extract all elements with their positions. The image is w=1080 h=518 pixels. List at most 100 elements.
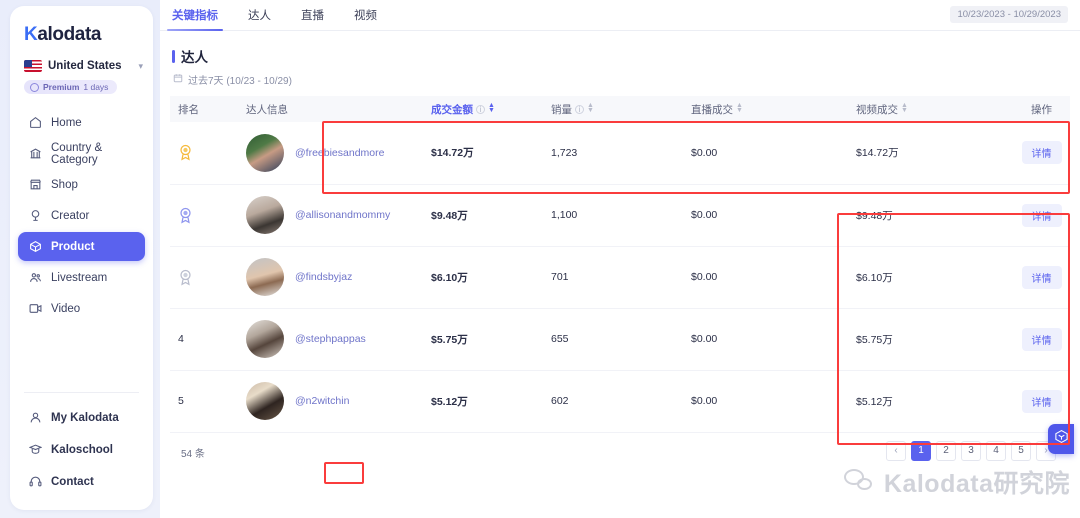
content-area: 达人 过去7天 (10/23 - 10/29) 排名 达人信息 成交金额 i ▲… — [160, 31, 1080, 518]
sidebar-item-label: Shop — [51, 178, 78, 191]
tab-video[interactable]: 视频 — [352, 0, 379, 31]
table-head: 排名 达人信息 成交金额 i ▲ ▼ 销量 i ▲ ▼ 直播成交 ▲ ▼ 视频成… — [170, 96, 1070, 122]
table-row[interactable]: @allisonandmommy $9.48万 1,100 $0.00 $9.4… — [170, 184, 1070, 247]
pagination-page-1[interactable]: 1 — [911, 440, 931, 461]
pagination-page-2[interactable]: 2 — [936, 440, 956, 461]
app-root: Kalodata United States ▾ Premium 1 days … — [0, 0, 1080, 518]
sidebar-item-product[interactable]: Product — [18, 232, 145, 261]
avatar[interactable] — [246, 258, 284, 296]
action-cell: 详情 — [1013, 122, 1070, 185]
creator-handle[interactable]: @stephpappas — [295, 333, 366, 345]
home-icon — [28, 116, 42, 130]
sales-cell: 701 — [543, 246, 683, 309]
main-panel: 关键指标 达人 直播 视频 10/23/2023 - 10/29/2023 达人… — [160, 0, 1080, 518]
creator-cell: @n2witchin — [238, 370, 423, 433]
sidebar-item-country-category[interactable]: Country & Category — [18, 139, 145, 168]
tab-key-metrics[interactable]: 关键指标 — [167, 0, 223, 31]
action-cell: 详情 — [1013, 308, 1070, 371]
table-row[interactable]: 4 @stephpappas $5.75万 655 $0.00 $5.75万 详… — [170, 308, 1070, 371]
sales-cell: 1,723 — [543, 122, 683, 185]
sidebar-item-livestream[interactable]: Livestream — [18, 263, 145, 292]
detail-button[interactable]: 详情 — [1021, 265, 1062, 289]
column-header-video-gmv[interactable]: 视频成交 ▲ ▼ — [848, 96, 1013, 122]
tab-creator[interactable]: 达人 — [246, 0, 273, 31]
gmv-cell: $6.10万 — [423, 246, 543, 309]
creator-cell: @freebiesandmore — [238, 122, 423, 185]
bank-icon — [28, 147, 42, 161]
avatar[interactable] — [246, 196, 284, 234]
date-range-picker[interactable]: 10/23/2023 - 10/29/2023 — [950, 6, 1068, 23]
video-gmv-cell: $14.72万 — [848, 122, 1013, 185]
creator-handle[interactable]: @n2witchin — [295, 395, 349, 407]
info-icon[interactable]: i — [575, 104, 584, 114]
avatar[interactable] — [246, 320, 284, 358]
detail-button[interactable]: 详情 — [1021, 141, 1062, 165]
sort-arrows-icon[interactable]: ▲ ▼ — [587, 102, 594, 114]
sidebar-item-label: Creator — [51, 209, 90, 222]
creator-handle[interactable]: @allisonandmommy — [295, 209, 390, 221]
country-selector[interactable]: United States ▾ — [10, 58, 153, 74]
pagination-page-5[interactable]: 5 — [1011, 440, 1031, 461]
gmv-cell: $9.48万 — [423, 184, 543, 247]
user-icon — [28, 411, 42, 425]
sidebar-item-video[interactable]: Video — [18, 294, 145, 323]
sidebar-item-label: Livestream — [51, 271, 108, 284]
premium-days: 1 days — [83, 82, 109, 92]
creator-handle[interactable]: @findsbyjaz — [295, 271, 352, 283]
column-header-live-gmv[interactable]: 直播成交 ▲ ▼ — [683, 96, 848, 122]
video-gmv-cell: $5.75万 — [848, 308, 1013, 371]
app-logo[interactable]: Kalodata — [10, 6, 153, 58]
column-header-gmv[interactable]: 成交金额 i ▲ ▼ — [423, 96, 543, 122]
sidebar-item-shop[interactable]: Shop — [18, 170, 145, 199]
sort-arrows-icon[interactable]: ▲ ▼ — [901, 102, 908, 114]
column-label: 排名 — [178, 103, 199, 116]
pagination-page-3[interactable]: 3 — [961, 440, 981, 461]
avatar[interactable] — [246, 133, 284, 172]
column-label: 达人信息 — [246, 103, 288, 116]
creator-handle[interactable]: @freebiesandmore — [295, 147, 384, 159]
sidebar-item-label: Country & Category — [51, 141, 103, 166]
column-header-sales[interactable]: 销量 i ▲ ▼ — [543, 96, 683, 122]
column-label: 成交金额 — [431, 103, 473, 116]
rank-cell: 5 — [170, 370, 238, 433]
pagination-page-4[interactable]: 4 — [986, 440, 1006, 461]
tab-livestream[interactable]: 直播 — [299, 0, 326, 31]
table-row[interactable]: @findsbyjaz $6.10万 701 $0.00 $6.10万 详情 — [170, 246, 1070, 309]
sidebar-item-contact[interactable]: Contact — [18, 467, 145, 496]
info-icon[interactable]: i — [476, 104, 485, 114]
sidebar-item-label: Video — [51, 302, 81, 315]
medal-silver-icon — [180, 207, 191, 224]
calendar-icon — [173, 73, 183, 86]
gmv-cell: $5.12万 — [423, 370, 543, 433]
table-row[interactable]: @freebiesandmore $14.72万 1,723 $0.00 $14… — [170, 122, 1070, 185]
sidebar-item-my-kalodata[interactable]: My Kalodata — [18, 403, 145, 432]
column-header-rank: 排名 — [170, 96, 238, 122]
creator-cell: @findsbyjaz — [238, 246, 423, 309]
pagination-prev-button[interactable]: ‹ — [886, 440, 906, 461]
sidebar-item-kaloschool[interactable]: Kaloschool — [18, 435, 145, 464]
detail-button[interactable]: 详情 — [1021, 327, 1062, 351]
sort-arrows-icon[interactable]: ▲ ▼ — [736, 102, 743, 114]
live-gmv-cell: $0.00 — [683, 308, 848, 371]
detail-button[interactable]: 详情 — [1021, 389, 1062, 413]
total-count-label: 54 条 — [181, 449, 205, 460]
rank-cell: 4 — [170, 308, 238, 371]
sort-arrows-icon[interactable]: ▲ ▼ — [488, 102, 495, 114]
gmv-cell: $5.75万 — [423, 308, 543, 371]
table-row[interactable]: 5 @n2witchin $5.12万 602 $0.00 $5.12万 详情 — [170, 370, 1070, 433]
table-footer: 54 条 ‹ 1 2 3 4 5 › — [170, 433, 1070, 473]
detail-button[interactable]: 详情 — [1021, 203, 1062, 227]
video-gmv-cell: $9.48万 — [848, 184, 1013, 247]
action-cell: 详情 — [1013, 370, 1070, 433]
cube-icon — [1054, 429, 1069, 449]
sidebar-item-creator[interactable]: Creator — [18, 201, 145, 230]
table-header-row: 排名 达人信息 成交金额 i ▲ ▼ 销量 i ▲ ▼ 直播成交 ▲ ▼ 视频成… — [170, 96, 1070, 122]
avatar[interactable] — [246, 382, 284, 420]
floating-cube-button[interactable] — [1048, 424, 1074, 454]
sidebar-item-home[interactable]: Home — [18, 108, 145, 137]
sales-cell: 602 — [543, 370, 683, 433]
column-label: 视频成交 — [856, 103, 898, 116]
video-gmv-cell: $6.10万 — [848, 246, 1013, 309]
sidebar-nav: Home Country & Category Shop Creator Pro… — [10, 108, 153, 323]
